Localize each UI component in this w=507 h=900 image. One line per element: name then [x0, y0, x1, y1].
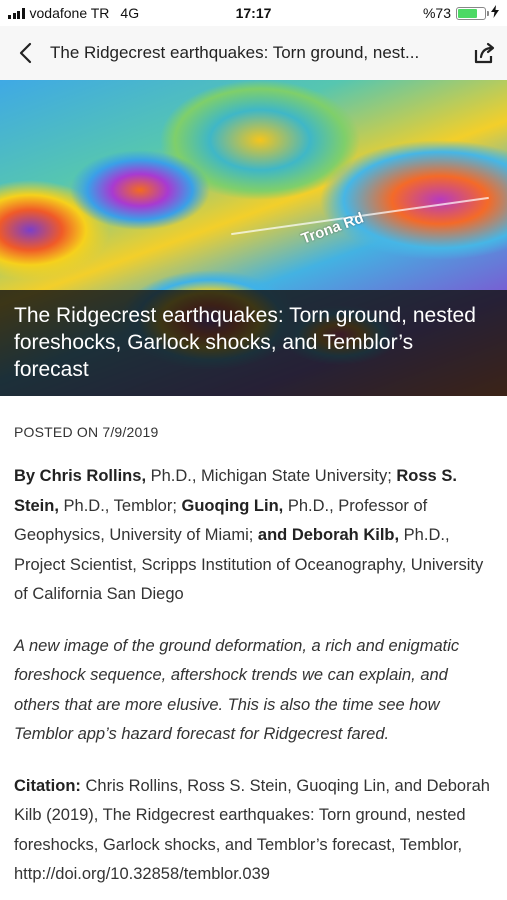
map-road-label: Trona Rd: [299, 209, 366, 248]
byline-author-4: and Deborah Kilb,: [257, 526, 400, 544]
battery-icon: [456, 6, 489, 20]
back-button[interactable]: [0, 26, 50, 80]
status-right: %73: [423, 5, 499, 21]
citation-label: Citation:: [14, 776, 81, 795]
navigation-bar: The Ridgecrest earthquakes: Torn ground,…: [0, 26, 507, 80]
citation-paragraph: Citation: Chris Rollins, Ross S. Stein, …: [14, 772, 494, 890]
share-button[interactable]: [461, 26, 507, 80]
article-body: POSTED ON 7/9/2019 By Chris Rollins, Ph.…: [14, 396, 494, 890]
page-title: The Ridgecrest earthquakes: Torn ground,…: [50, 43, 420, 62]
battery-percent: %73: [422, 5, 451, 21]
status-left: vodafone TR 4G: [8, 5, 139, 21]
chevron-left-icon: [19, 42, 32, 64]
byline: By Chris Rollins, Ph.D., Michigan State …: [14, 462, 494, 610]
hero-image: Trona Rd The Ridgecrest earthquakes: Tor…: [0, 80, 507, 396]
signal-icon: [8, 7, 25, 19]
charging-bolt-icon: [491, 5, 499, 21]
byline-affiliation-2: Ph.D., Temblor;: [58, 496, 182, 515]
lead-paragraph: A new image of the ground deformation, a…: [14, 636, 460, 744]
hero-caption: The Ridgecrest earthquakes: Torn ground,…: [0, 290, 507, 396]
status-bar: vodafone TR 4G 17:17 %73: [0, 0, 507, 26]
share-icon: [474, 42, 495, 64]
network-type: 4G: [120, 5, 140, 21]
byline-author-3: Guoqing Lin,: [181, 496, 284, 515]
posted-date: POSTED ON 7/9/2019: [14, 424, 159, 440]
citation-text[interactable]: Chris Rollins, Ross S. Stein, Guoqing Li…: [14, 777, 490, 884]
byline-affiliation-1: Ph.D., Michigan State University;: [146, 467, 397, 485]
battery-level-fill: [458, 8, 477, 18]
byline-author-1: By Chris Rollins,: [14, 467, 147, 485]
carrier-name: vodafone TR: [29, 5, 110, 21]
